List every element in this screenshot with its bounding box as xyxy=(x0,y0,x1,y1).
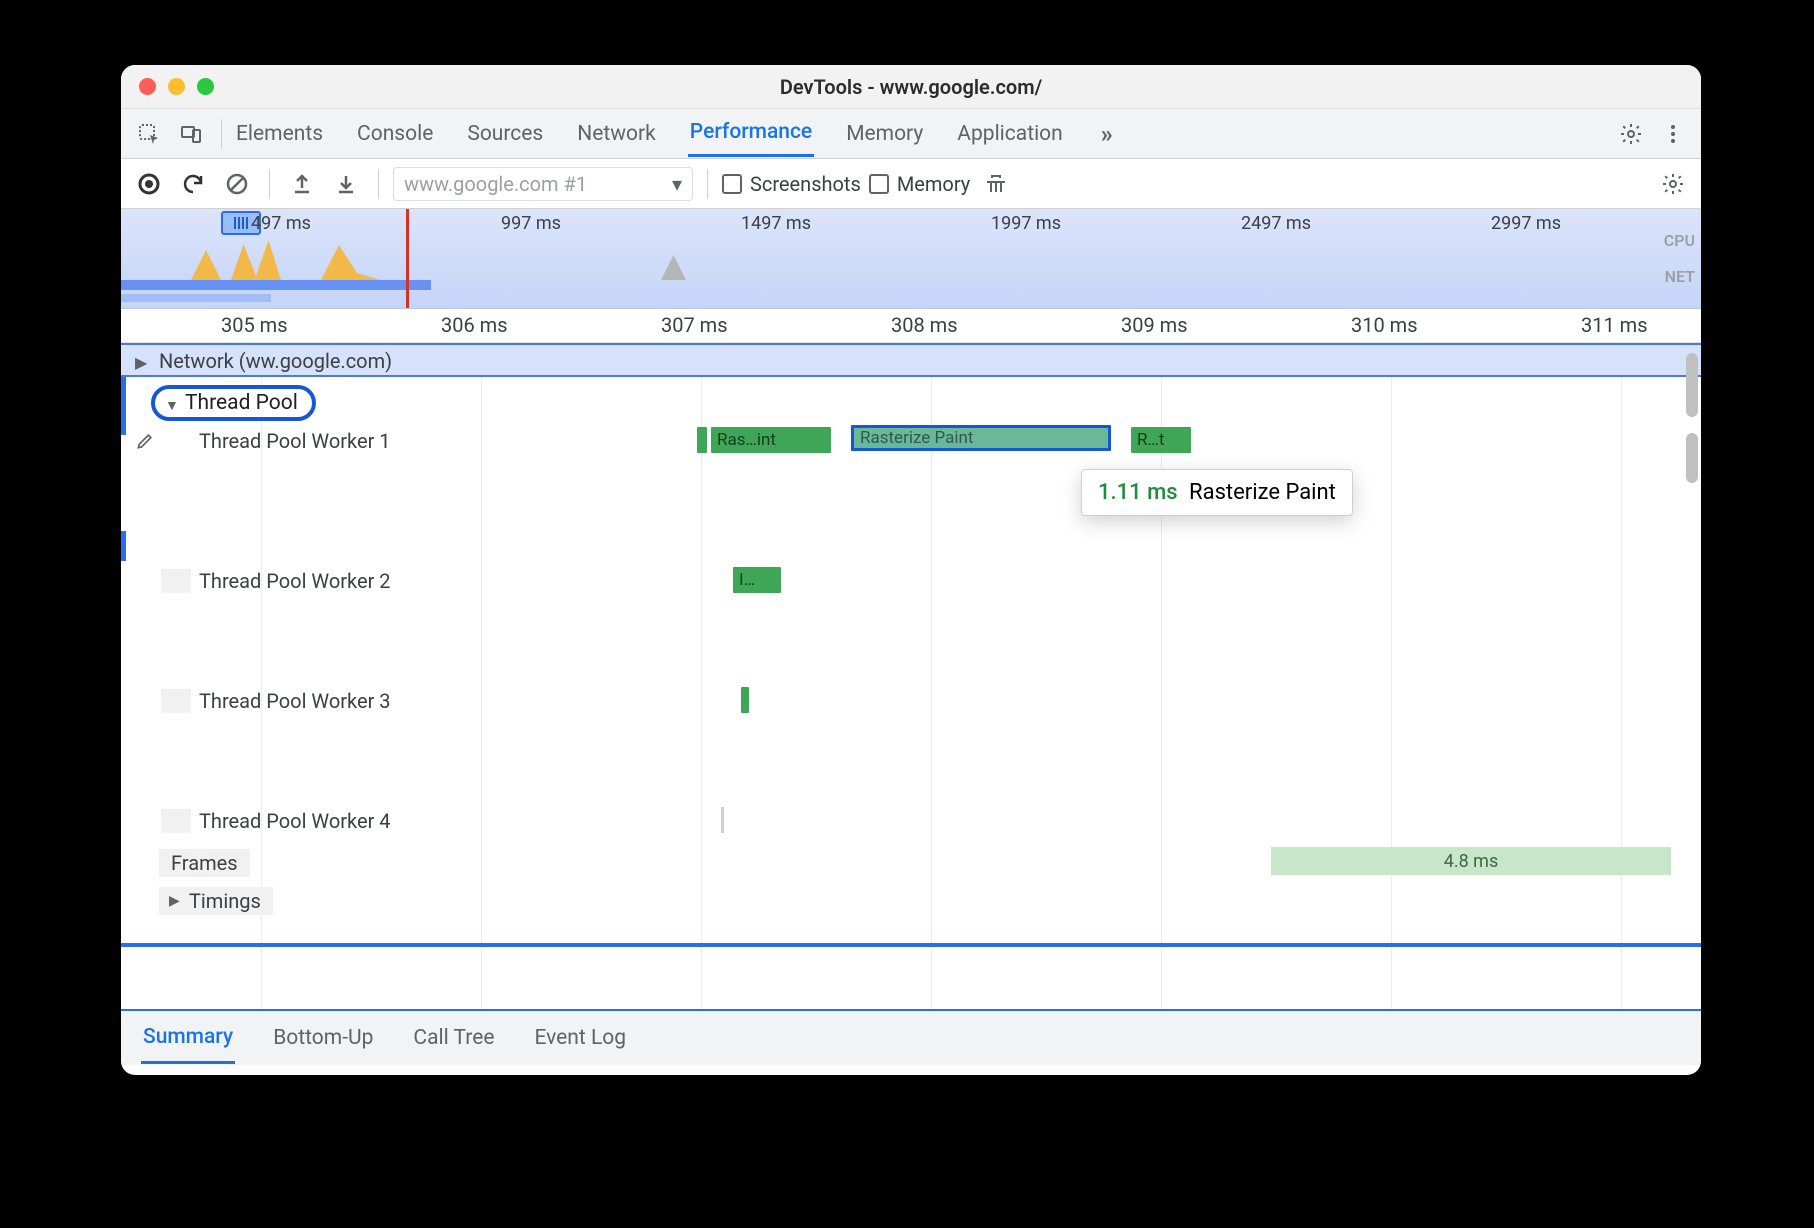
tab-network[interactable]: Network xyxy=(575,112,658,156)
overview-tick: 1497 ms xyxy=(741,213,811,234)
tooltip-name: Rasterize Paint xyxy=(1189,480,1336,505)
task-tooltip: 1.11 ms Rasterize Paint xyxy=(1081,469,1353,516)
task-rasterize-selected[interactable]: Rasterize Paint xyxy=(851,425,1111,451)
flame-chart[interactable]: ▶ Network (ww.google.com) ▼ Thread Pool … xyxy=(121,343,1701,1009)
panel-tabs: Elements Console Sources Network Perform… xyxy=(234,110,1119,157)
more-tabs-icon[interactable]: » xyxy=(1095,120,1119,148)
close-icon[interactable] xyxy=(139,78,156,95)
tooltip-duration: 1.11 ms xyxy=(1098,480,1184,505)
chevron-down-icon: ▾ xyxy=(672,172,682,196)
task-worker3[interactable] xyxy=(741,687,749,713)
ruler-tick: 305 ms xyxy=(221,313,288,337)
track-timings[interactable]: ▶ Timings xyxy=(159,887,273,915)
cpu-label: CPU xyxy=(1664,231,1695,250)
tab-application[interactable]: Application xyxy=(955,112,1064,156)
minimize-icon[interactable] xyxy=(168,78,185,95)
worker-4-label: Thread Pool Worker 4 xyxy=(199,809,391,833)
row-handle xyxy=(161,569,191,593)
task-tiny[interactable] xyxy=(721,807,724,833)
scrollbar-thumb[interactable] xyxy=(1686,353,1698,417)
task-worker2[interactable]: I… xyxy=(733,567,781,593)
task-sliver[interactable] xyxy=(697,427,707,453)
upload-icon[interactable] xyxy=(284,166,320,202)
track-frames-label[interactable]: Frames xyxy=(159,849,250,877)
timeline-ruler[interactable]: 305 ms 306 ms 307 ms 308 ms 309 ms 310 m… xyxy=(121,309,1701,343)
screenshots-checkbox[interactable]: Screenshots xyxy=(722,172,861,196)
capture-settings-gear-icon[interactable] xyxy=(1655,166,1691,202)
track-threadpool-label: Thread Pool xyxy=(185,391,298,415)
expand-arrow-icon: ▶ xyxy=(135,353,147,372)
track-timings-label: Timings xyxy=(189,889,261,913)
timeline-overview[interactable]: 497 ms 997 ms 1497 ms 1997 ms 2497 ms 29… xyxy=(121,209,1701,309)
details-tabs: Summary Bottom-Up Call Tree Event Log xyxy=(121,1009,1701,1065)
screenshots-label: Screenshots xyxy=(750,172,861,196)
worker-3-label: Thread Pool Worker 3 xyxy=(199,689,391,713)
btab-eventlog[interactable]: Event Log xyxy=(532,1014,628,1062)
ruler-tick: 309 ms xyxy=(1121,313,1188,337)
separator xyxy=(378,169,379,199)
overview-tick: 2997 ms xyxy=(1491,213,1561,234)
worker-2-label: Thread Pool Worker 2 xyxy=(199,569,391,593)
separator xyxy=(707,169,708,199)
row-handle xyxy=(161,809,191,833)
btab-bottomup[interactable]: Bottom-Up xyxy=(271,1014,375,1062)
edit-icon[interactable] xyxy=(135,431,155,455)
memory-label: Memory xyxy=(897,172,970,196)
btab-calltree[interactable]: Call Tree xyxy=(411,1014,496,1062)
zoom-icon[interactable] xyxy=(197,78,214,95)
separator xyxy=(269,169,270,199)
net-label: NET xyxy=(1665,267,1695,286)
panel-tabs-row: Elements Console Sources Network Perform… xyxy=(121,109,1701,159)
tab-performance[interactable]: Performance xyxy=(688,110,814,157)
download-icon[interactable] xyxy=(328,166,364,202)
overview-tick: 2497 ms xyxy=(1241,213,1311,234)
tab-elements[interactable]: Elements xyxy=(234,112,325,156)
collapse-arrow-icon: ▼ xyxy=(165,397,179,414)
expand-arrow-icon: ▶ xyxy=(169,893,180,909)
tab-console[interactable]: Console xyxy=(355,112,435,156)
selection-edge xyxy=(121,531,126,561)
traffic-lights xyxy=(121,78,214,95)
marker-line xyxy=(406,209,409,308)
worker-1-label: Thread Pool Worker 1 xyxy=(199,429,391,453)
tab-sources[interactable]: Sources xyxy=(465,112,545,156)
track-threadpool-header[interactable]: ▼ Thread Pool xyxy=(151,385,316,421)
profile-selector[interactable]: www.google.com #1 ▾ xyxy=(393,167,693,201)
checkbox-icon xyxy=(722,174,742,194)
inspect-icon[interactable] xyxy=(131,116,167,152)
task-rasterize-a[interactable]: Ras…int xyxy=(711,427,831,453)
ruler-tick: 306 ms xyxy=(441,313,508,337)
frame-bar[interactable]: 4.8 ms xyxy=(1271,847,1671,875)
overview-tick: 1997 ms xyxy=(991,213,1061,234)
overview-tick: 997 ms xyxy=(501,213,561,234)
task-rasterize-c[interactable]: R…t xyxy=(1131,427,1191,453)
track-network[interactable]: ▶ Network (ww.google.com) xyxy=(121,343,1701,377)
profile-selector-label: www.google.com #1 xyxy=(404,172,587,196)
row-handle xyxy=(161,689,191,713)
settings-gear-icon[interactable] xyxy=(1613,116,1649,152)
device-toggle-icon[interactable] xyxy=(173,116,209,152)
btab-summary[interactable]: Summary xyxy=(141,1013,235,1064)
ruler-tick: 311 ms xyxy=(1581,313,1648,337)
scrollbar-thumb[interactable] xyxy=(1686,433,1698,483)
clear-button[interactable] xyxy=(219,166,255,202)
ruler-tick: 310 ms xyxy=(1351,313,1418,337)
tab-memory[interactable]: Memory xyxy=(844,112,925,156)
ruler-tick: 308 ms xyxy=(891,313,958,337)
ruler-tick: 307 ms xyxy=(661,313,728,337)
titlebar: DevTools - www.google.com/ xyxy=(121,65,1701,109)
devtools-window: DevTools - www.google.com/ Elements Cons… xyxy=(121,65,1701,1075)
performance-toolbar: www.google.com #1 ▾ Screenshots Memory xyxy=(121,159,1701,209)
memory-checkbox[interactable]: Memory xyxy=(869,172,970,196)
checkbox-icon xyxy=(869,174,889,194)
record-button[interactable] xyxy=(131,166,167,202)
overview-tick: 497 ms xyxy=(251,213,311,234)
track-network-label: Network (ww.google.com) xyxy=(159,349,392,373)
garbage-collect-icon[interactable] xyxy=(978,166,1014,202)
selection-edge-bottom xyxy=(121,943,1701,947)
separator xyxy=(221,119,222,149)
kebab-menu-icon[interactable] xyxy=(1655,116,1691,152)
reload-record-button[interactable] xyxy=(175,166,211,202)
window-title: DevTools - www.google.com/ xyxy=(121,75,1701,99)
